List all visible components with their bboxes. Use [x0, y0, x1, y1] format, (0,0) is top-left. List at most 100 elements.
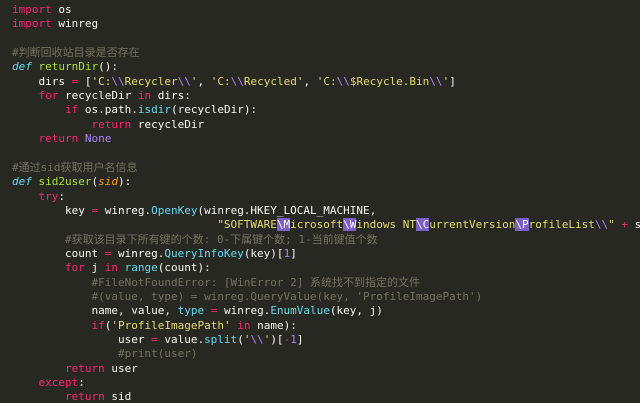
code-token: "SOFTWARE: [217, 218, 277, 232]
code-token: user: [12, 333, 152, 347]
code-token: (winreg.HKEY_LOCAL_MACHINE,: [197, 203, 377, 217]
code-token: sid): [634, 218, 640, 232]
code-token: [: [78, 74, 92, 88]
code-token: name):: [250, 318, 297, 332]
code-token: icrosoft: [290, 218, 344, 232]
code-token: Recycler: [124, 74, 178, 88]
code-line[interactable]: for j in range(count):: [12, 261, 211, 275]
code-line[interactable]: except:: [12, 376, 85, 390]
code-line[interactable]: name, value, type = winreg.EnumValue(key…: [12, 304, 382, 318]
code-token: \\: [336, 74, 350, 88]
code-token: sid: [104, 390, 132, 403]
code-token: import: [12, 3, 52, 16]
code-line[interactable]: return recycleDir: [12, 118, 204, 132]
code-token: for: [64, 261, 85, 275]
code-token: (key)[: [243, 246, 284, 260]
code-token: winreg: [51, 17, 99, 31]
code-line[interactable]: return user: [12, 362, 138, 376]
code-editor[interactable]: import os import winreg #判断回收站目录是否存在 def re…: [0, 0, 640, 403]
code-line[interactable]: for recycleDir in dirs:: [12, 89, 191, 103]
code-token: urrentVersion: [429, 218, 516, 232]
code-token: user: [104, 361, 138, 375]
code-token: ]: [290, 246, 297, 260]
code-token: (: [237, 333, 244, 347]
code-line[interactable]: if('ProfileImagePath' in name):: [12, 318, 297, 333]
code-token: =: [151, 333, 158, 347]
code-token: \\: [250, 333, 264, 347]
code-line[interactable]: #(value, type) = winreg.QueryValue(key, …: [12, 290, 482, 304]
code-line[interactable]: #FileNotFoundError: [WinError 2] 系统找不到指定…: [12, 276, 420, 290]
code-token: ():: [98, 60, 118, 74]
code-token: EnumValue: [270, 304, 330, 318]
code-token: sid2user: [38, 175, 92, 189]
code-token: #通过sid获取用户名信息: [12, 160, 138, 174]
code-line[interactable]: #print(user): [12, 347, 197, 361]
code-token: dirs:: [151, 89, 191, 103]
code-token: winreg.: [217, 304, 271, 318]
code-line[interactable]: import winreg: [12, 17, 98, 31]
code-token: recycleDir: [131, 117, 205, 131]
code-line[interactable]: def sid2user(sid):: [12, 175, 131, 189]
code-token: return: [64, 361, 105, 375]
code-line[interactable]: #判断回收站目录是否存在: [12, 46, 140, 60]
code-token: returnDir: [38, 60, 99, 74]
code-line[interactable]: #通过sid获取用户名信息: [12, 161, 138, 175]
code-token: return: [64, 390, 105, 403]
code-line[interactable]: return None: [12, 132, 112, 146]
code-token: :: [58, 189, 65, 203]
code-token: in: [237, 318, 251, 332]
code-token: in: [137, 89, 152, 103]
code-token: (recycleDir):: [170, 103, 258, 117]
code-line[interactable]: return sid: [12, 390, 131, 403]
code-token: QueryInfoKey: [164, 246, 244, 260]
code-token: \\: [111, 74, 125, 88]
code-line[interactable]: #获取该目录下所有键的个数: 0-下属键个数; 1-当前键值个数: [12, 233, 378, 247]
code-token: isdir: [137, 103, 171, 117]
code-token: try: [38, 189, 59, 203]
code-line[interactable]: if os.path.isdir(recycleDir):: [12, 103, 257, 117]
code-token: dirs: [12, 74, 72, 88]
code-token: return: [38, 132, 79, 146]
code-line[interactable]: try:: [12, 189, 66, 204]
code-token: #获取该目录下所有键的个数: 0-下属键个数; 1-当前键值个数: [64, 232, 378, 246]
code-line[interactable]: "SOFTWARE\Microsoft\Windows NT\CurrentVe…: [12, 218, 640, 232]
code-token: +: [621, 218, 628, 232]
code-token: return: [91, 117, 132, 131]
code-token: ]: [296, 333, 304, 347]
code-token: if: [91, 318, 105, 332]
code-token: os.path.: [78, 103, 138, 117]
code-line[interactable]: def returnDir():: [12, 60, 118, 74]
code-line[interactable]: import os: [12, 3, 72, 17]
code-line[interactable]: count = winreg.QueryInfoKey(key)[1]: [12, 247, 297, 261]
code-token: os: [51, 3, 72, 16]
code-token: rofileList: [528, 218, 595, 232]
code-token: \W: [343, 218, 357, 232]
code-line[interactable]: user = value.split('\\')[-1]: [12, 333, 303, 347]
code-token: winreg.: [111, 246, 165, 260]
code-token: ,: [303, 74, 317, 88]
code-token: type: [177, 304, 205, 318]
code-line[interactable]: dirs = ['C:\\Recycler\\', 'C:\\Recycled'…: [12, 74, 455, 89]
code-token: def: [12, 175, 32, 189]
code-token: if: [64, 103, 79, 117]
code-token: OpenKey: [151, 203, 198, 217]
code-token: split: [204, 333, 238, 347]
code-token: ):: [117, 175, 132, 189]
code-token: )[: [270, 333, 284, 347]
code-token: \\: [177, 74, 191, 88]
code-token: (count):: [157, 261, 211, 275]
code-token: \P: [515, 218, 529, 232]
code-token: #判断回收站目录是否存在: [12, 46, 140, 60]
code-line[interactable]: key = winreg.OpenKey(winreg.HKEY_LOCAL_M…: [12, 204, 376, 218]
